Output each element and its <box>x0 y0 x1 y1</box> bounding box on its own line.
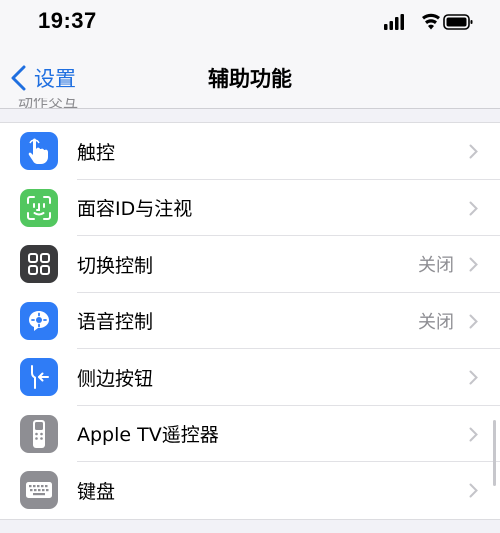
battery-icon <box>443 14 473 30</box>
row-label: 语音控制 <box>77 311 154 334</box>
back-label: 设置 <box>34 67 76 91</box>
switch-control-icon <box>20 245 58 283</box>
status-bar: 19:37 <box>0 0 500 48</box>
tv-remote-icon <box>20 414 58 453</box>
cellular-signal-icon <box>384 14 404 30</box>
back-button[interactable]: 设置 <box>10 62 76 94</box>
wifi-icon <box>422 13 440 30</box>
row-value: 关闭 <box>418 311 454 333</box>
row-touch[interactable]: 触控 <box>0 123 500 180</box>
row-label: 键盘 <box>77 480 116 503</box>
row-voice-control[interactable]: 语音控制 关闭 <box>0 293 500 349</box>
status-icons <box>384 12 474 32</box>
face-id-icon <box>20 188 58 227</box>
row-label: 面容ID与注视 <box>77 198 193 221</box>
scroll-indicator[interactable] <box>493 420 496 486</box>
row-label: 触控 <box>77 141 116 164</box>
side-button-icon <box>20 358 58 396</box>
row-label: 侧边按钮 <box>77 367 154 390</box>
chevron-right-icon <box>469 483 478 498</box>
chevron-right-icon <box>469 201 478 215</box>
chevron-left-icon <box>11 65 26 91</box>
row-switch-control[interactable]: 切换控制 关闭 <box>0 236 500 293</box>
row-apple-tv-remote[interactable]: Apple TV遥控器 <box>0 406 500 462</box>
row-value: 关闭 <box>418 255 454 277</box>
chevron-right-icon <box>469 427 478 441</box>
settings-list: 触控 面容ID与注视 切换控制 关闭 语音控制 关闭 侧边按钮 Apple TV… <box>0 122 500 520</box>
row-side-button[interactable]: 侧边按钮 <box>0 349 500 406</box>
chevron-right-icon <box>469 257 478 272</box>
touch-hand-icon <box>20 132 58 170</box>
keyboard-icon <box>20 471 58 509</box>
chevron-right-icon <box>469 370 478 385</box>
row-keyboard[interactable]: 键盘 <box>0 462 500 519</box>
chevron-right-icon <box>469 144 478 159</box>
row-label: Apple TV遥控器 <box>77 424 219 447</box>
chevron-right-icon <box>469 314 478 328</box>
row-face-id[interactable]: 面容ID与注视 <box>0 180 500 236</box>
section-header: 动作交互 <box>18 98 79 108</box>
status-time: 19:37 <box>38 8 97 33</box>
row-label: 切换控制 <box>77 254 154 277</box>
voice-control-icon <box>20 301 58 340</box>
